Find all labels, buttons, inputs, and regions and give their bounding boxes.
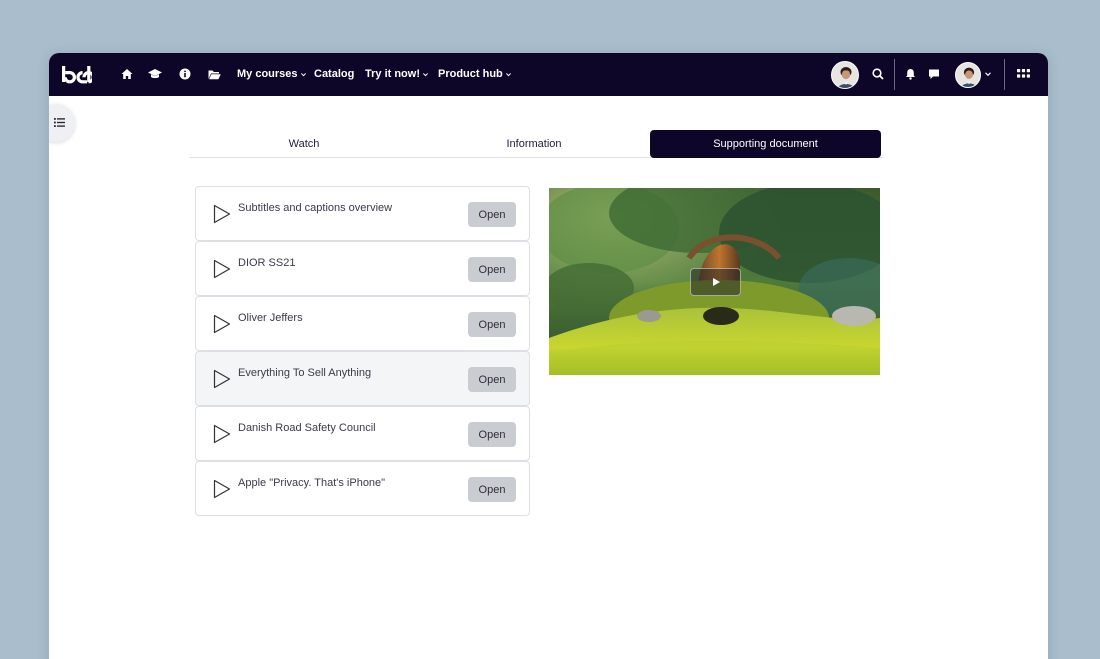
chevron-down-icon: [505, 72, 511, 76]
app-window: My courses Catalog Try it now! Product h…: [49, 53, 1048, 659]
video-title: DIOR SS21: [238, 257, 296, 269]
nav-product-hub[interactable]: Product hub: [438, 67, 512, 81]
nav-my-courses[interactable]: My courses: [237, 67, 307, 81]
video-title: Danish Road Safety Council: [238, 422, 376, 434]
video-title: Subtitles and captions overview: [238, 202, 393, 214]
user-menu-avatar[interactable]: [955, 62, 981, 88]
chevron-down-icon[interactable]: [983, 67, 992, 81]
open-button[interactable]: Open: [468, 477, 516, 502]
profile-avatar[interactable]: [831, 61, 859, 89]
chevron-down-icon: [422, 72, 429, 76]
play-icon: [213, 204, 231, 224]
play-icon: [213, 314, 231, 334]
play-icon: [213, 479, 231, 499]
video-title: Apple "Privacy. That's iPhone": [238, 477, 386, 489]
folder-icon[interactable]: [207, 67, 221, 81]
video-list-item[interactable]: DIOR SS21 Open: [195, 241, 530, 296]
content-tabs: Watch Information Supporting document: [189, 130, 882, 158]
brand-logo[interactable]: [62, 65, 92, 84]
video-list-item[interactable]: Subtitles and captions overview Open: [195, 186, 530, 241]
open-button[interactable]: Open: [468, 202, 516, 227]
top-navbar: My courses Catalog Try it now! Product h…: [49, 53, 1048, 96]
tab-information[interactable]: Information: [419, 130, 649, 158]
chat-icon[interactable]: [927, 67, 941, 81]
navbar-divider: [1004, 59, 1005, 90]
open-button[interactable]: Open: [468, 257, 516, 282]
video-list: Subtitles and captions overview Open DIO…: [195, 186, 530, 516]
chevron-down-icon: [300, 72, 306, 76]
sidebar-toggle-button[interactable]: [49, 104, 75, 142]
bell-icon[interactable]: [903, 67, 917, 81]
graduation-cap-icon[interactable]: [148, 67, 162, 81]
video-title: Everything To Sell Anything: [238, 367, 372, 379]
video-play-button[interactable]: [690, 268, 741, 296]
open-button[interactable]: Open: [468, 367, 516, 392]
video-title: Oliver Jeffers: [238, 312, 303, 324]
open-button[interactable]: Open: [468, 422, 516, 447]
video-list-item[interactable]: Oliver Jeffers Open: [195, 296, 530, 351]
play-icon: [213, 259, 231, 279]
info-icon[interactable]: [178, 67, 192, 81]
tab-watch[interactable]: Watch: [189, 130, 419, 158]
navbar-divider: [894, 59, 895, 90]
video-list-item[interactable]: Danish Road Safety Council Open: [195, 406, 530, 461]
video-player[interactable]: [549, 188, 880, 375]
home-icon[interactable]: [120, 67, 134, 81]
apps-grid-icon[interactable]: [1016, 67, 1030, 81]
tab-supporting-document[interactable]: Supporting document: [650, 130, 881, 158]
open-button[interactable]: Open: [468, 312, 516, 337]
video-list-item[interactable]: Apple "Privacy. That's iPhone" Open: [195, 461, 530, 516]
play-icon: [213, 369, 231, 389]
nav-catalog[interactable]: Catalog: [314, 67, 354, 81]
play-icon: [213, 424, 231, 444]
search-icon[interactable]: [871, 67, 885, 81]
video-list-item[interactable]: Everything To Sell Anything Open: [195, 351, 530, 406]
nav-try-it-now[interactable]: Try it now!: [365, 67, 429, 81]
play-icon: [712, 278, 720, 286]
list-icon: [54, 114, 65, 132]
